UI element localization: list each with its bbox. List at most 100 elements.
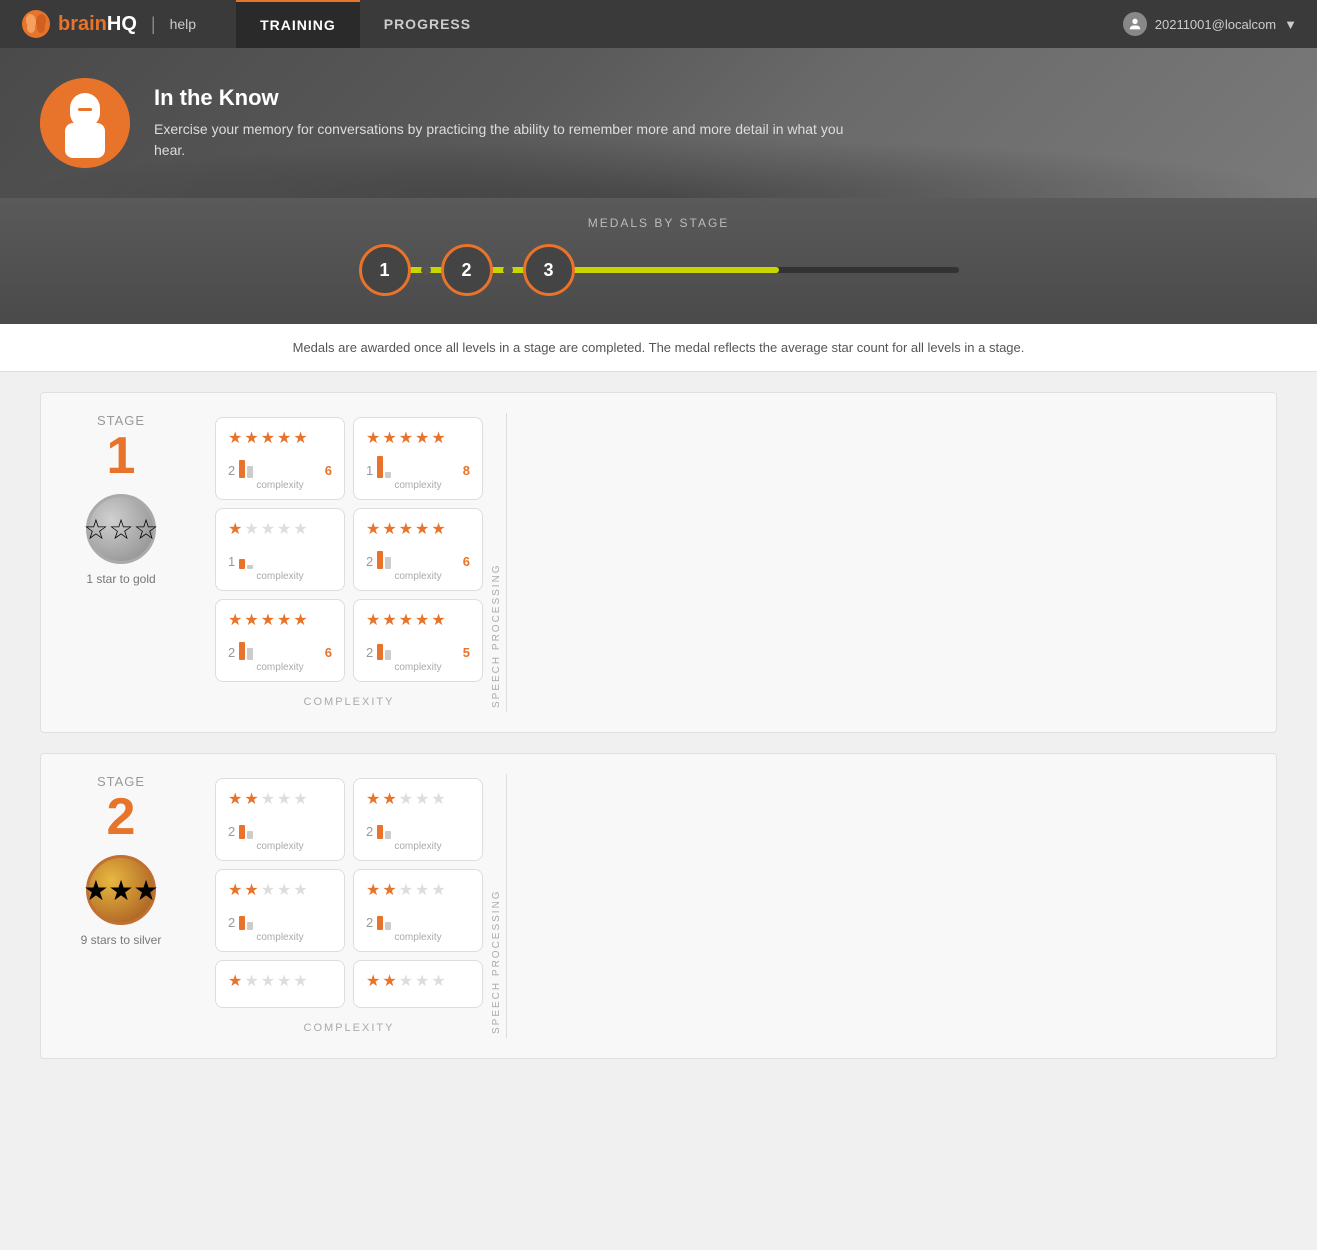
stage-1-row-1: ★ ★ ★ ★ ★ 2 bbox=[211, 413, 487, 504]
user-menu[interactable]: 20211001@localcom ▼ bbox=[1123, 12, 1297, 36]
bar-seg-2 bbox=[247, 466, 253, 478]
stage-1-section: STAGE 1 ☆☆☆ 1 star to gold ★ ★ ★ ★ bbox=[40, 392, 1277, 733]
medal-stage-2[interactable]: 2 bbox=[441, 244, 493, 296]
stage-2-row-3: ★ ★ ★ ★ ★ ★ ★ ★ ★ ★ bbox=[211, 956, 487, 1012]
brain-logo-icon bbox=[20, 8, 52, 40]
stage-1-card-1[interactable]: ★ ★ ★ ★ ★ 2 bbox=[215, 417, 345, 500]
stage-2-card-4[interactable]: ★ ★ ★ ★ ★ 2 bbox=[353, 869, 483, 952]
medals-title: MEDALS BY STAGE bbox=[588, 216, 730, 230]
bar-seg-1 bbox=[377, 825, 383, 839]
complexity-row: 2 bbox=[228, 817, 332, 839]
stars-row: ★ ★ ★ ★ ★ bbox=[228, 610, 308, 630]
complexity-row: 2 bbox=[366, 817, 470, 839]
complexity-bar bbox=[239, 908, 253, 930]
star-3: ★ bbox=[399, 971, 413, 991]
star-5: ★ bbox=[293, 428, 307, 448]
medal-stage-3[interactable]: 3 bbox=[523, 244, 575, 296]
stage-2-card-2[interactable]: ★ ★ ★ ★ ★ 2 bbox=[353, 778, 483, 861]
complexity-bar bbox=[239, 456, 253, 478]
star-2: ★ bbox=[244, 971, 258, 991]
star-1: ★ bbox=[228, 428, 242, 448]
stars-row: ★ ★ ★ ★ ★ bbox=[366, 971, 446, 991]
complexity-label: complexity bbox=[228, 841, 332, 852]
complexity-left: 2 bbox=[228, 638, 253, 660]
bar-seg-2 bbox=[247, 831, 253, 839]
stage-1-complexity-footer: COMPLEXITY bbox=[211, 686, 487, 712]
complexity-cell: 2 complexity bbox=[366, 908, 470, 943]
complexity-cell: 2 complexity bbox=[228, 817, 332, 852]
stage-1-info: STAGE 1 ☆☆☆ 1 star to gold bbox=[61, 413, 181, 712]
stage-1-card-4[interactable]: ★ ★ ★ ★ ★ 2 bbox=[353, 508, 483, 591]
stage-2-card-1[interactable]: ★ ★ ★ ★ ★ 2 bbox=[215, 778, 345, 861]
stage-2-label: STAGE bbox=[97, 774, 145, 789]
complexity-cell: 2 complexity bbox=[228, 908, 332, 943]
stage-1-card-6[interactable]: ★ ★ ★ ★ ★ 2 bbox=[353, 599, 483, 682]
complexity-label: complexity bbox=[366, 841, 470, 852]
stage-1-card-5[interactable]: ★ ★ ★ ★ ★ 2 bbox=[215, 599, 345, 682]
bar-seg-1 bbox=[239, 825, 245, 839]
medal-stage-1[interactable]: 1 bbox=[359, 244, 411, 296]
info-text: Medals are awarded once all levels in a … bbox=[0, 324, 1317, 372]
star-1: ★ bbox=[366, 789, 380, 809]
complexity-left: 2 bbox=[366, 547, 391, 569]
stage-1-label: STAGE bbox=[97, 413, 145, 428]
complexity-left-num: 2 bbox=[228, 645, 235, 660]
complexity-left: 2 bbox=[366, 908, 391, 930]
tab-progress[interactable]: PROGRESS bbox=[360, 0, 495, 48]
dropdown-icon[interactable]: ▼ bbox=[1284, 17, 1297, 32]
star-1: ★ bbox=[366, 880, 380, 900]
bar-seg-2 bbox=[385, 831, 391, 839]
star-5: ★ bbox=[293, 519, 307, 539]
complexity-left-num: 2 bbox=[366, 824, 373, 839]
stars-row: ★ ★ ★ ★ ★ bbox=[228, 428, 308, 448]
star-4: ★ bbox=[277, 610, 291, 630]
star-2: ★ bbox=[382, 610, 396, 630]
star-1: ★ bbox=[228, 789, 242, 809]
stage-2-card-3[interactable]: ★ ★ ★ ★ ★ 2 bbox=[215, 869, 345, 952]
complexity-row: 1 bbox=[228, 547, 332, 569]
star-3: ★ bbox=[261, 880, 275, 900]
logo[interactable]: brainHQ bbox=[20, 8, 137, 40]
stage-1-card-2[interactable]: ★ ★ ★ ★ ★ 1 bbox=[353, 417, 483, 500]
logo-text: brainHQ bbox=[58, 13, 137, 36]
stage-2-row-2: ★ ★ ★ ★ ★ 2 bbox=[211, 865, 487, 956]
dot-1 bbox=[421, 265, 431, 275]
complexity-bar bbox=[377, 456, 391, 478]
star-5: ★ bbox=[431, 789, 445, 809]
user-avatar-icon bbox=[1123, 12, 1147, 36]
star-5: ★ bbox=[431, 519, 445, 539]
complexity-left-num: 2 bbox=[228, 463, 235, 478]
star-1: ★ bbox=[228, 880, 242, 900]
stage-2-badge: ★★★ bbox=[86, 855, 156, 925]
star-2: ★ bbox=[244, 880, 258, 900]
complexity-cell: 1 8 complexity bbox=[366, 456, 470, 491]
complexity-label: complexity bbox=[366, 932, 470, 943]
complexity-left: 2 bbox=[366, 638, 391, 660]
star-2: ★ bbox=[382, 789, 396, 809]
stage-2-card-6[interactable]: ★ ★ ★ ★ ★ bbox=[353, 960, 483, 1008]
bar-seg-1 bbox=[239, 559, 245, 569]
stage-2-section: STAGE 2 ★★★ 9 stars to silver ★ ★ ★ ★ bbox=[40, 753, 1277, 1059]
stage-2-card-5[interactable]: ★ ★ ★ ★ ★ bbox=[215, 960, 345, 1008]
star-3: ★ bbox=[399, 610, 413, 630]
complexity-row: 2 6 bbox=[228, 638, 332, 660]
help-link[interactable]: help bbox=[170, 16, 196, 32]
complexity-label: complexity bbox=[228, 662, 332, 673]
stage-1-speech-label: SPEECH PROCESSING bbox=[487, 413, 507, 712]
complexity-left: 2 bbox=[228, 908, 253, 930]
hero-text: In the Know Exercise your memory for con… bbox=[154, 85, 854, 161]
bar-seg-1 bbox=[377, 456, 383, 478]
stage-2-complexity-footer: COMPLEXITY bbox=[211, 1012, 487, 1038]
star-2: ★ bbox=[382, 428, 396, 448]
stage-1-card-3[interactable]: ★ ★ ★ ★ ★ 1 bbox=[215, 508, 345, 591]
star-5: ★ bbox=[293, 880, 307, 900]
star-2: ★ bbox=[244, 428, 258, 448]
star-4: ★ bbox=[415, 880, 429, 900]
tab-training[interactable]: TRAINING bbox=[236, 0, 360, 48]
complexity-right-num: 8 bbox=[463, 463, 470, 478]
complexity-bar bbox=[239, 547, 253, 569]
hero-description: Exercise your memory for conversations b… bbox=[154, 119, 854, 161]
star-4: ★ bbox=[415, 971, 429, 991]
bar-seg-1 bbox=[377, 916, 383, 930]
stars-row: ★ ★ ★ ★ ★ bbox=[366, 519, 446, 539]
